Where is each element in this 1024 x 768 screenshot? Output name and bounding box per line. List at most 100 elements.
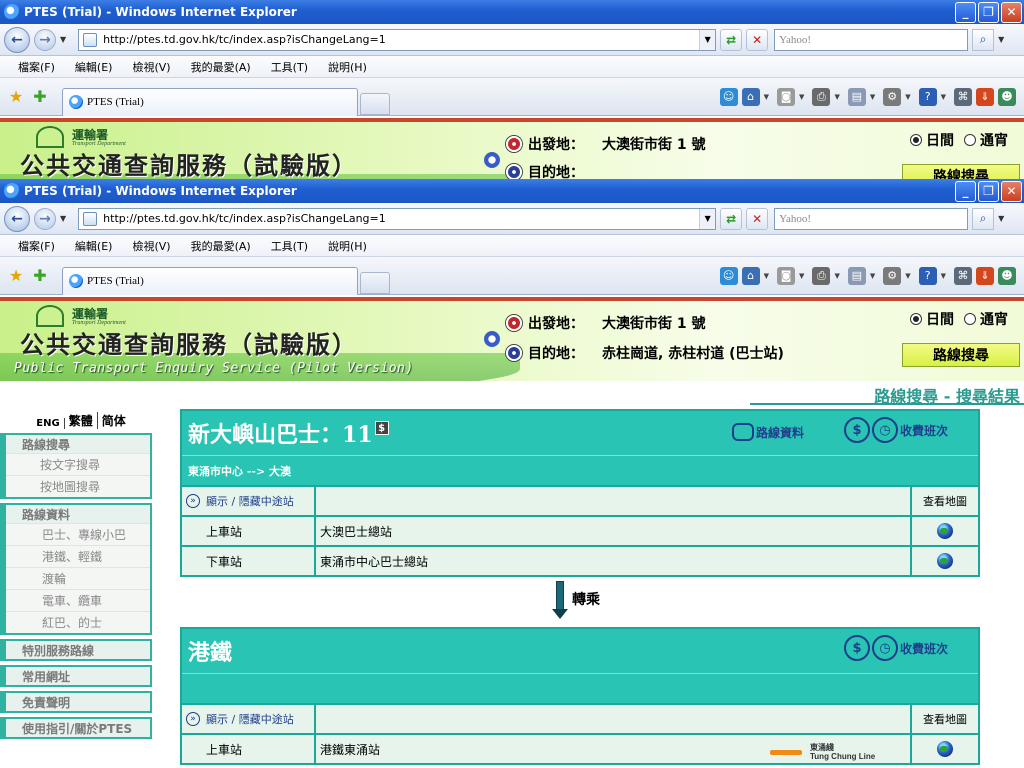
sidebar-item-tram[interactable]: 電車、纜車 xyxy=(6,589,150,611)
page-menu-icon[interactable]: ▤ xyxy=(847,87,866,106)
close-button[interactable]: ✕ xyxy=(1001,180,1022,202)
addon-icon[interactable]: ⇓ xyxy=(976,87,994,106)
sidebar-head-route-search[interactable]: 路線搜尋 xyxy=(6,433,150,453)
sidebar-head-special[interactable]: 特別服務路線 xyxy=(6,639,150,659)
menu-file[interactable]: 檔案(F) xyxy=(18,59,55,75)
menu-favorites[interactable]: 我的最愛(A) xyxy=(191,238,251,254)
back-arrow-icon[interactable]: ← xyxy=(4,205,30,232)
search-input[interactable]: Yahoo! xyxy=(774,207,969,230)
toggle-stops-link[interactable]: » 顯示 / 隱藏中途站 xyxy=(182,487,316,515)
swap-icon[interactable] xyxy=(484,152,500,168)
menu-help[interactable]: 說明(H) xyxy=(328,59,367,75)
sidebar-item-minibus-taxi[interactable]: 紅巴、的士 xyxy=(6,611,150,633)
search-options-icon[interactable]: ▼ xyxy=(998,35,1004,44)
url-dropdown-icon[interactable]: ▼ xyxy=(699,29,716,50)
menu-tools[interactable]: 工具(T) xyxy=(271,238,308,254)
print-icon[interactable]: ⎙ xyxy=(812,266,831,285)
search-options-icon[interactable]: ▼ xyxy=(998,214,1004,223)
stop-icon[interactable]: ✕ xyxy=(746,28,769,51)
sidebar-item-mtr[interactable]: 港鐵、輕鐵 xyxy=(6,545,150,567)
tab-ptes[interactable]: PTES (Trial) xyxy=(62,87,358,116)
stop-icon[interactable]: ✕ xyxy=(746,207,769,230)
favorites-star-icon[interactable]: ★ xyxy=(4,266,28,285)
menu-favorites[interactable]: 我的最愛(A) xyxy=(191,59,251,75)
close-button[interactable]: ✕ xyxy=(1001,1,1022,23)
route-search-button[interactable]: 路線搜尋 xyxy=(902,343,1020,367)
sidebar-head-route-info[interactable]: 路線資料 xyxy=(6,503,150,523)
minimize-button[interactable]: _ xyxy=(955,180,976,202)
menu-tools[interactable]: 工具(T) xyxy=(271,59,308,75)
fare-timetable-link[interactable]: $ ◷ 收費班次 xyxy=(844,417,948,443)
url-dropdown-icon[interactable]: ▼ xyxy=(699,208,716,229)
research-icon[interactable]: ⌘ xyxy=(954,87,972,106)
feeds-icon[interactable]: ◙ xyxy=(777,266,796,285)
fare-timetable-link[interactable]: $ ◷ 收費班次 xyxy=(844,635,948,661)
messenger-icon[interactable]: ☺ xyxy=(719,266,738,285)
tab-title: PTES (Trial) xyxy=(87,96,144,108)
back-arrow-icon[interactable]: ← xyxy=(4,26,30,53)
help-icon[interactable]: ? xyxy=(918,87,937,106)
night-radio[interactable] xyxy=(964,313,976,325)
print-icon[interactable]: ⎙ xyxy=(812,87,831,106)
forward-arrow-icon[interactable]: → xyxy=(34,28,56,51)
day-radio[interactable] xyxy=(910,134,922,146)
tools-gear-icon[interactable]: ⚙ xyxy=(883,87,902,106)
swap-icon[interactable] xyxy=(484,331,500,347)
menu-file[interactable]: 檔案(F) xyxy=(18,238,55,254)
route-search-button[interactable]: 路線搜尋 xyxy=(902,164,1020,180)
url-input[interactable]: http://ptes.td.gov.hk/tc/index.asp?isCha… xyxy=(78,28,717,51)
add-favorite-icon[interactable]: ✚ xyxy=(28,266,52,285)
restore-button[interactable]: ❐ xyxy=(978,180,999,202)
tab-ptes[interactable]: PTES (Trial) xyxy=(62,266,358,295)
addon-icon[interactable]: ⇓ xyxy=(976,266,994,285)
new-tab-button[interactable] xyxy=(360,271,390,294)
search-icon[interactable]: ⌕ xyxy=(972,28,995,51)
messenger-status-icon[interactable]: ☻ xyxy=(998,87,1016,106)
add-favorite-icon[interactable]: ✚ xyxy=(28,87,52,106)
sidebar-item-map-search[interactable]: 按地圖搜尋 xyxy=(6,475,150,497)
search-input[interactable]: Yahoo! xyxy=(774,28,969,51)
menu-view[interactable]: 檢視(V) xyxy=(132,59,170,75)
menu-edit[interactable]: 編輯(E) xyxy=(75,238,113,254)
forward-arrow-icon[interactable]: → xyxy=(34,207,56,230)
lang-tc[interactable]: 繁體 xyxy=(65,412,98,429)
day-radio[interactable] xyxy=(910,313,922,325)
dest-icon xyxy=(506,345,522,361)
refresh-icon[interactable]: ⇄ xyxy=(720,207,743,230)
globe-map-icon[interactable] xyxy=(937,741,953,757)
home-icon[interactable]: ⌂ xyxy=(741,266,760,285)
sidebar-item-bus[interactable]: 巴士、專線小巴 xyxy=(6,523,150,545)
toggle-stops-link[interactable]: » 顯示 / 隱藏中途站 xyxy=(182,705,316,733)
sidebar-head-disclaimer[interactable]: 免責聲明 xyxy=(6,691,150,711)
research-icon[interactable]: ⌘ xyxy=(954,266,972,285)
feeds-icon[interactable]: ◙ xyxy=(777,87,796,106)
refresh-icon[interactable]: ⇄ xyxy=(720,28,743,51)
lang-eng[interactable]: ENG xyxy=(32,418,65,429)
minimize-button[interactable]: _ xyxy=(955,1,976,23)
sidebar-item-ferry[interactable]: 渡輪 xyxy=(6,567,150,589)
restore-button[interactable]: ❐ xyxy=(978,1,999,23)
history-dropdown-icon[interactable]: ▼ xyxy=(60,214,66,223)
url-input[interactable]: http://ptes.td.gov.hk/tc/index.asp?isCha… xyxy=(78,207,717,230)
tools-gear-icon[interactable]: ⚙ xyxy=(883,266,902,285)
help-icon[interactable]: ? xyxy=(918,266,937,285)
lang-sc[interactable]: 简体 xyxy=(98,412,130,429)
search-icon[interactable]: ⌕ xyxy=(972,207,995,230)
history-dropdown-icon[interactable]: ▼ xyxy=(60,35,66,44)
globe-map-icon[interactable] xyxy=(937,523,953,539)
menu-view[interactable]: 檢視(V) xyxy=(132,238,170,254)
new-tab-button[interactable] xyxy=(360,92,390,115)
menu-help[interactable]: 說明(H) xyxy=(328,238,367,254)
globe-map-icon[interactable] xyxy=(937,553,953,569)
messenger-icon[interactable]: ☺ xyxy=(719,87,738,106)
night-radio[interactable] xyxy=(964,134,976,146)
sidebar-head-links[interactable]: 常用網址 xyxy=(6,665,150,685)
favorites-star-icon[interactable]: ★ xyxy=(4,87,28,106)
menu-edit[interactable]: 編輯(E) xyxy=(75,59,113,75)
route-info-link[interactable]: 路線資料 xyxy=(732,423,804,441)
page-menu-icon[interactable]: ▤ xyxy=(847,266,866,285)
sidebar-head-guide[interactable]: 使用指引/關於PTES xyxy=(6,717,150,737)
sidebar-item-text-search[interactable]: 按文字搜尋 xyxy=(6,453,150,475)
home-icon[interactable]: ⌂ xyxy=(741,87,760,106)
messenger-status-icon[interactable]: ☻ xyxy=(998,266,1016,285)
